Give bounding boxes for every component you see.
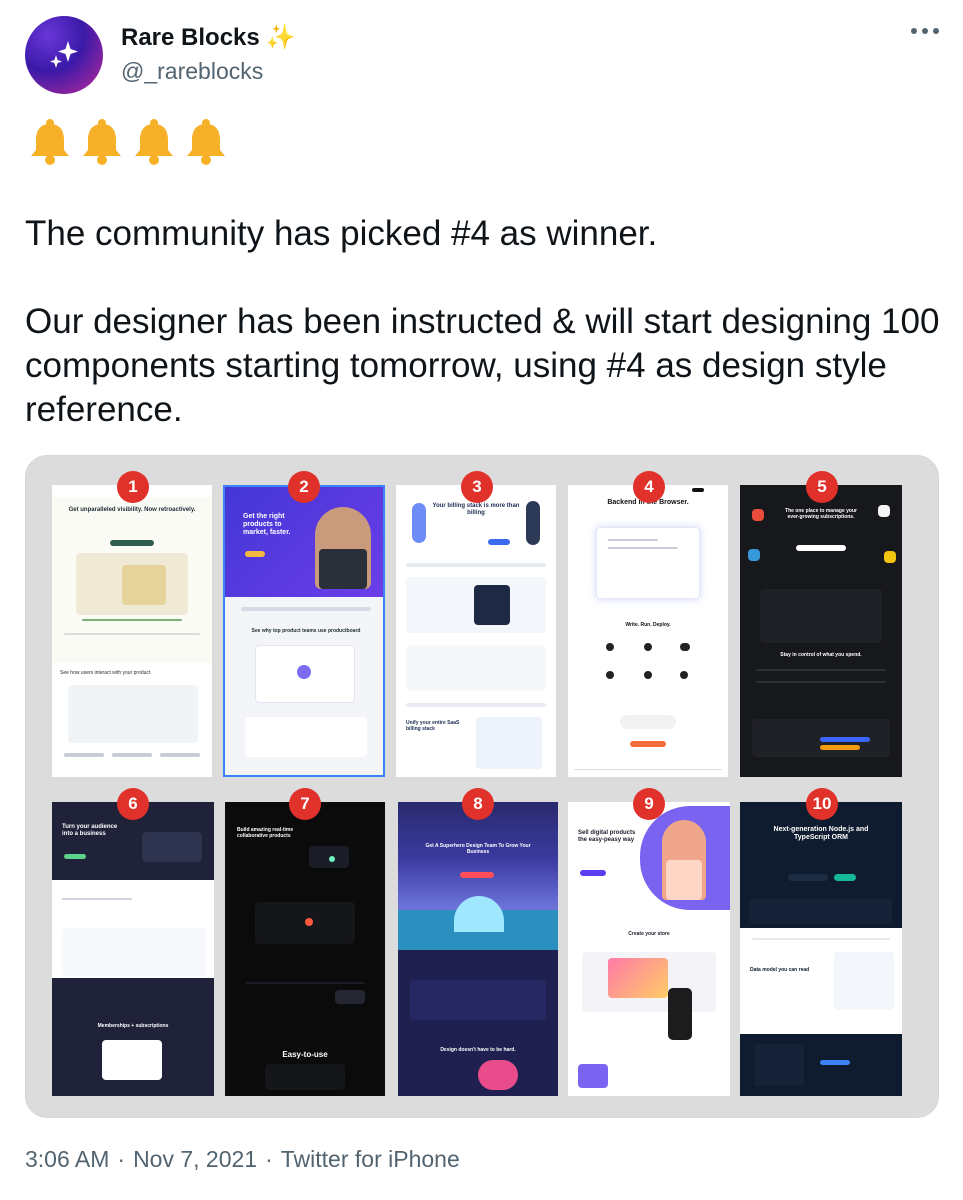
number-badge-5: 5 bbox=[806, 471, 838, 503]
design-tile-8[interactable]: Get A Superhero Design Team To Grow Your… bbox=[398, 802, 558, 1096]
tile-headline: Turn your audience into a business bbox=[62, 824, 118, 837]
design-tile-5[interactable]: The one place to manage your ever-growin… bbox=[740, 485, 902, 777]
tile-headline: Get A Superhero Design Team To Grow Your… bbox=[425, 843, 531, 855]
sparkles-logo-icon bbox=[50, 41, 78, 68]
number-badge-1: 1 bbox=[117, 471, 149, 503]
emoji-row bbox=[27, 118, 229, 166]
sparkles-icon: ✨ bbox=[265, 24, 296, 51]
tweet-time[interactable]: 3:06 AM bbox=[25, 1146, 109, 1173]
design-tile-1[interactable]: Get unparalleled visibility. Now retroac… bbox=[52, 485, 212, 777]
tweet-paragraph-1: The community has picked #4 as winner. bbox=[25, 214, 658, 253]
number-badge-6: 6 bbox=[117, 788, 149, 820]
tweet-date[interactable]: Nov 7, 2021 bbox=[133, 1146, 257, 1173]
tile-headline: Sell digital products the easy-peasy way bbox=[578, 830, 636, 843]
design-tile-7[interactable]: Build amazing real-time collaborative pr… bbox=[225, 802, 385, 1096]
design-tile-2[interactable]: Get the right products to market, faster… bbox=[223, 485, 385, 777]
design-tile-9[interactable]: Sell digital products the easy-peasy way… bbox=[568, 802, 730, 1096]
meta-separator: · bbox=[117, 1146, 126, 1172]
tweet-media-image[interactable]: Get unparalleled visibility. Now retroac… bbox=[25, 455, 939, 1118]
tile-headline: Get the right products to market, faster… bbox=[243, 513, 291, 537]
number-badge-4: 4 bbox=[633, 471, 665, 503]
more-options-icon[interactable] bbox=[911, 28, 939, 34]
tile-subheadline: See how users interact with your product bbox=[60, 670, 151, 676]
number-badge-10: 10 bbox=[806, 788, 838, 820]
author-display-name[interactable]: Rare Blocks bbox=[121, 24, 260, 52]
tweet-metadata: 3:06 AM · Nov 7, 2021 · Twitter for iPho… bbox=[25, 1146, 460, 1173]
design-tile-3[interactable]: Your billing stack is more than billing … bbox=[396, 485, 556, 777]
tile-headline: Build amazing real-time collaborative pr… bbox=[237, 827, 294, 839]
number-badge-8: 8 bbox=[462, 788, 494, 820]
bell-icon bbox=[31, 119, 69, 165]
tile-subheadline: Write. Run. Deploy. bbox=[625, 622, 671, 628]
author-handle[interactable]: @_rareblocks bbox=[121, 58, 263, 85]
bell-icon bbox=[135, 119, 173, 165]
tile-headline: Get unparalleled visibility. Now retroac… bbox=[68, 507, 196, 513]
author-name-row: Rare Blocks ✨ bbox=[121, 24, 296, 52]
number-badge-7: 7 bbox=[289, 788, 321, 820]
tile-subheadline: See why top product teams use productboa… bbox=[251, 628, 361, 634]
avatar[interactable] bbox=[25, 16, 103, 94]
tile-headline: The one place to manage your ever-growin… bbox=[785, 508, 857, 520]
tile-subheadline: Easy-to-use bbox=[282, 1050, 328, 1059]
tile-subheadline: Data model you can read bbox=[750, 967, 810, 973]
number-badge-9: 9 bbox=[633, 788, 665, 820]
tile-subheadline: Design doesn't have to be hard. bbox=[440, 1047, 516, 1053]
tile-subheadline: Create your store bbox=[628, 931, 670, 937]
tweet-paragraph-2: Our designer has been instructed & will … bbox=[25, 302, 940, 429]
tile-headline: Your billing stack is more than billing bbox=[432, 503, 520, 516]
tile-subheadline: Unify your entire SaaS billing stack bbox=[406, 720, 460, 732]
meta-separator: · bbox=[265, 1146, 273, 1172]
number-badge-3: 3 bbox=[461, 471, 493, 503]
design-tile-10[interactable]: Next-generation Node.js and TypeScript O… bbox=[740, 802, 902, 1096]
bell-icon bbox=[83, 119, 121, 165]
tile-subheadline: Memberships + subscriptions bbox=[97, 1023, 169, 1029]
tile-headline: Next-generation Node.js and TypeScript O… bbox=[773, 826, 869, 842]
number-badge-2: 2 bbox=[288, 471, 320, 503]
tweet-text: The community has picked #4 as winner. O… bbox=[25, 212, 940, 432]
design-tile-6[interactable]: Turn your audience into a business Membe… bbox=[52, 802, 214, 1096]
tweet-source[interactable]: Twitter for iPhone bbox=[281, 1146, 460, 1173]
bell-icon bbox=[187, 119, 225, 165]
tile-subheadline: Stay in control of what you spend. bbox=[780, 652, 862, 658]
design-tile-4[interactable]: Backend in the Browser. Write. Run. Depl… bbox=[568, 485, 728, 777]
